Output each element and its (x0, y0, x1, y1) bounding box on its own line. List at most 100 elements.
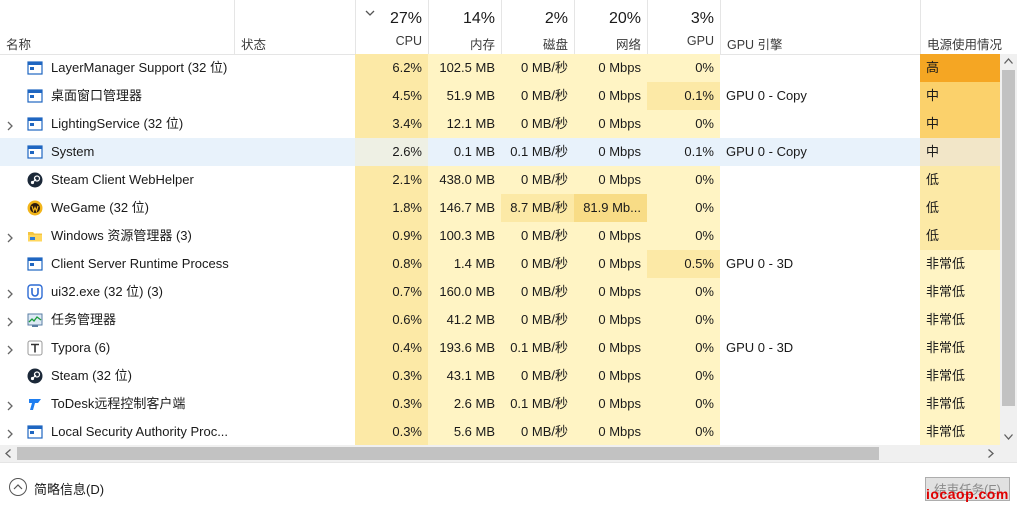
network-cell: 0 Mbps (574, 418, 647, 446)
chevron-right-icon[interactable] (6, 231, 14, 243)
disk-label: 磁盘 (542, 38, 568, 52)
power-usage-cell: 非常低 (920, 250, 1000, 278)
memory-label: 内存 (469, 38, 495, 52)
process-row[interactable]: LayerManager Support (32 位) 6.2% 102.5 MB 0… (0, 54, 1000, 82)
process-row[interactable]: ToDesk远程控制客户端 0.3% 2.6 MB 0.1 MB/秒 0 Mbps 0% 非… (0, 390, 1000, 418)
process-row[interactable]: ui32.exe (32 位) (3) 0.7% 160.0 MB 0 MB/秒 0 M… (0, 278, 1000, 306)
process-name: Local Security Authority Proc... (51, 424, 229, 439)
process-row[interactable]: Windows 资源管理器 (3) 0.9% 100.3 MB 0 MB/秒 0 Mbp… (0, 222, 1000, 250)
gpu-cell: 0.5% (647, 250, 720, 278)
gpu-engine-cell: GPU 0 - Copy (726, 88, 807, 103)
memory-cell: 100.3 MB (428, 222, 501, 250)
disk-cell: 0.1 MB/秒 (510, 144, 568, 159)
power-usage-cell: 非常低 (920, 390, 1000, 418)
network-cell: 0 Mbps (574, 166, 647, 194)
column-network[interactable]: 20% 网络 (574, 0, 647, 54)
disk-cell: 0 MB/秒 (501, 222, 574, 250)
memory-total: 14% (462, 10, 495, 27)
scrollbar-corner (1000, 445, 1017, 462)
cpu-cell: 0.6% (355, 306, 428, 334)
disk-total: 2% (544, 10, 568, 27)
gpu-cell: 0% (647, 390, 720, 418)
disk-cell: 0 MB/秒 (501, 166, 574, 194)
column-gpu-engine[interactable]: GPU 引擎 (720, 0, 920, 54)
process-name: 任务管理器 (51, 312, 117, 327)
process-row[interactable]: Client Server Runtime Process 0.8% 1.4 MB 0… (0, 250, 1000, 278)
watermark: iocaop.com (926, 486, 1009, 502)
gpu-engine-cell (720, 278, 920, 306)
column-disk[interactable]: 2% 磁盘 (501, 0, 574, 54)
chevron-right-icon[interactable] (6, 343, 14, 355)
process-name: ToDesk远程控制客户端 (51, 396, 186, 411)
cpu-cell: 0.7% (355, 278, 428, 306)
column-gpu[interactable]: 3% GPU (647, 0, 720, 54)
process-row[interactable]: Local Security Authority Proc... 0.3% 5.6 … (0, 418, 1000, 446)
process-row[interactable]: 任务管理器 0.6% 41.2 MB 0 MB/秒 0 Mbps 0% 非常低 (0, 306, 1000, 334)
network-label: 网络 (615, 38, 641, 52)
network-cell: 0 Mbps (574, 222, 647, 250)
column-power-usage[interactable]: 电源使用情况 (920, 0, 1017, 54)
cpu-label: CPU (395, 34, 422, 48)
power-usage-cell: 中 (920, 82, 1000, 110)
disk-cell: 0 MB/秒 (501, 54, 574, 82)
task-manager-icon (27, 312, 43, 328)
chevron-right-icon[interactable] (6, 399, 14, 411)
gpu-cell: 0% (647, 222, 720, 250)
scroll-up-arrow-icon[interactable] (1004, 58, 1013, 64)
network-cell: 0 Mbps (574, 278, 647, 306)
vertical-scrollbar[interactable] (1000, 54, 1017, 445)
process-name: WeGame (32 位) (51, 200, 150, 215)
folder-icon (27, 228, 43, 244)
power-usage-cell: 非常低 (920, 278, 1000, 306)
sort-chevron-down-icon (365, 10, 375, 16)
disk-cell: 0 MB/秒 (501, 362, 574, 390)
gpu-engine-cell (720, 194, 920, 222)
vertical-scroll-thumb[interactable] (1002, 70, 1015, 406)
process-row[interactable]: System 2.6% 0.1 MB 0.1 MB/秒 0 Mbps 0.1% GPU 0 … (0, 138, 1000, 166)
todesk-icon (27, 396, 43, 412)
gpu-engine-cell (720, 110, 920, 138)
column-memory[interactable]: 14% 内存 (428, 0, 501, 54)
gpu-engine-cell (720, 306, 920, 334)
process-row[interactable]: Steam Client WebHelper 2.1% 438.0 MB 0 MB/秒… (0, 166, 1000, 194)
process-name: ui32.exe (32 位) (3) (51, 284, 163, 299)
chevron-right-icon[interactable] (6, 427, 14, 439)
gpu-engine-cell (720, 54, 920, 82)
process-row[interactable]: LightingService (32 位) 3.4% 12.1 MB 0 MB/秒 0… (0, 110, 1000, 138)
chevron-right-icon[interactable] (6, 287, 14, 299)
column-status-label: 状态 (241, 38, 267, 52)
scroll-down-arrow-icon[interactable] (1004, 434, 1013, 440)
network-total: 20% (608, 10, 641, 27)
chevron-right-icon[interactable] (6, 119, 14, 131)
column-status[interactable]: 状态 (234, 0, 355, 54)
cpu-cell: 0.4% (355, 334, 428, 362)
gpu-total: 3% (690, 10, 714, 27)
process-row[interactable]: WeGame (32 位) 1.8% 146.7 MB 8.7 MB/秒 81.9 Mb… (0, 194, 1000, 222)
footer-bar: 简略信息(D) 结束任务(E) (0, 462, 1017, 512)
cpu-cell: 2.6% (355, 138, 428, 166)
scroll-left-arrow-icon[interactable] (5, 449, 11, 458)
horizontal-scrollbar[interactable] (0, 445, 1000, 462)
cpu-total: 27% (389, 10, 422, 27)
disk-cell: 0 MB/秒 (501, 418, 574, 446)
window-app-icon (27, 256, 43, 272)
scroll-right-arrow-icon[interactable] (988, 449, 994, 458)
gpu-engine-cell: GPU 0 - Copy (726, 144, 807, 159)
process-row[interactable]: Typora (6) 0.4% 193.6 MB 0.1 MB/秒 0 Mbps 0% GP… (0, 334, 1000, 362)
network-cell: 81.9 Mb... (574, 194, 647, 222)
window-app-icon (27, 60, 43, 76)
horizontal-scroll-thumb[interactable] (17, 447, 879, 460)
memory-cell: 5.6 MB (428, 418, 501, 446)
column-name[interactable]: 名称 (0, 0, 234, 54)
gpu-engine-cell (720, 362, 920, 390)
gpu-cell: 0% (647, 194, 720, 222)
process-row[interactable]: 桌面窗口管理器 4.5% 51.9 MB 0 MB/秒 0 Mbps 0.1% GPU 0 … (0, 82, 1000, 110)
column-cpu[interactable]: 27% CPU (355, 0, 428, 54)
network-cell: 0 Mbps (574, 362, 647, 390)
memory-cell: 12.1 MB (428, 110, 501, 138)
disk-cell: 0 MB/秒 (501, 82, 574, 110)
chevron-right-icon[interactable] (6, 315, 14, 327)
cpu-cell: 6.2% (355, 54, 428, 82)
power-usage-cell: 中 (920, 138, 1000, 166)
process-row[interactable]: Steam (32 位) 0.3% 43.1 MB 0 MB/秒 0 Mbps 0% 非常低 (0, 362, 1000, 390)
